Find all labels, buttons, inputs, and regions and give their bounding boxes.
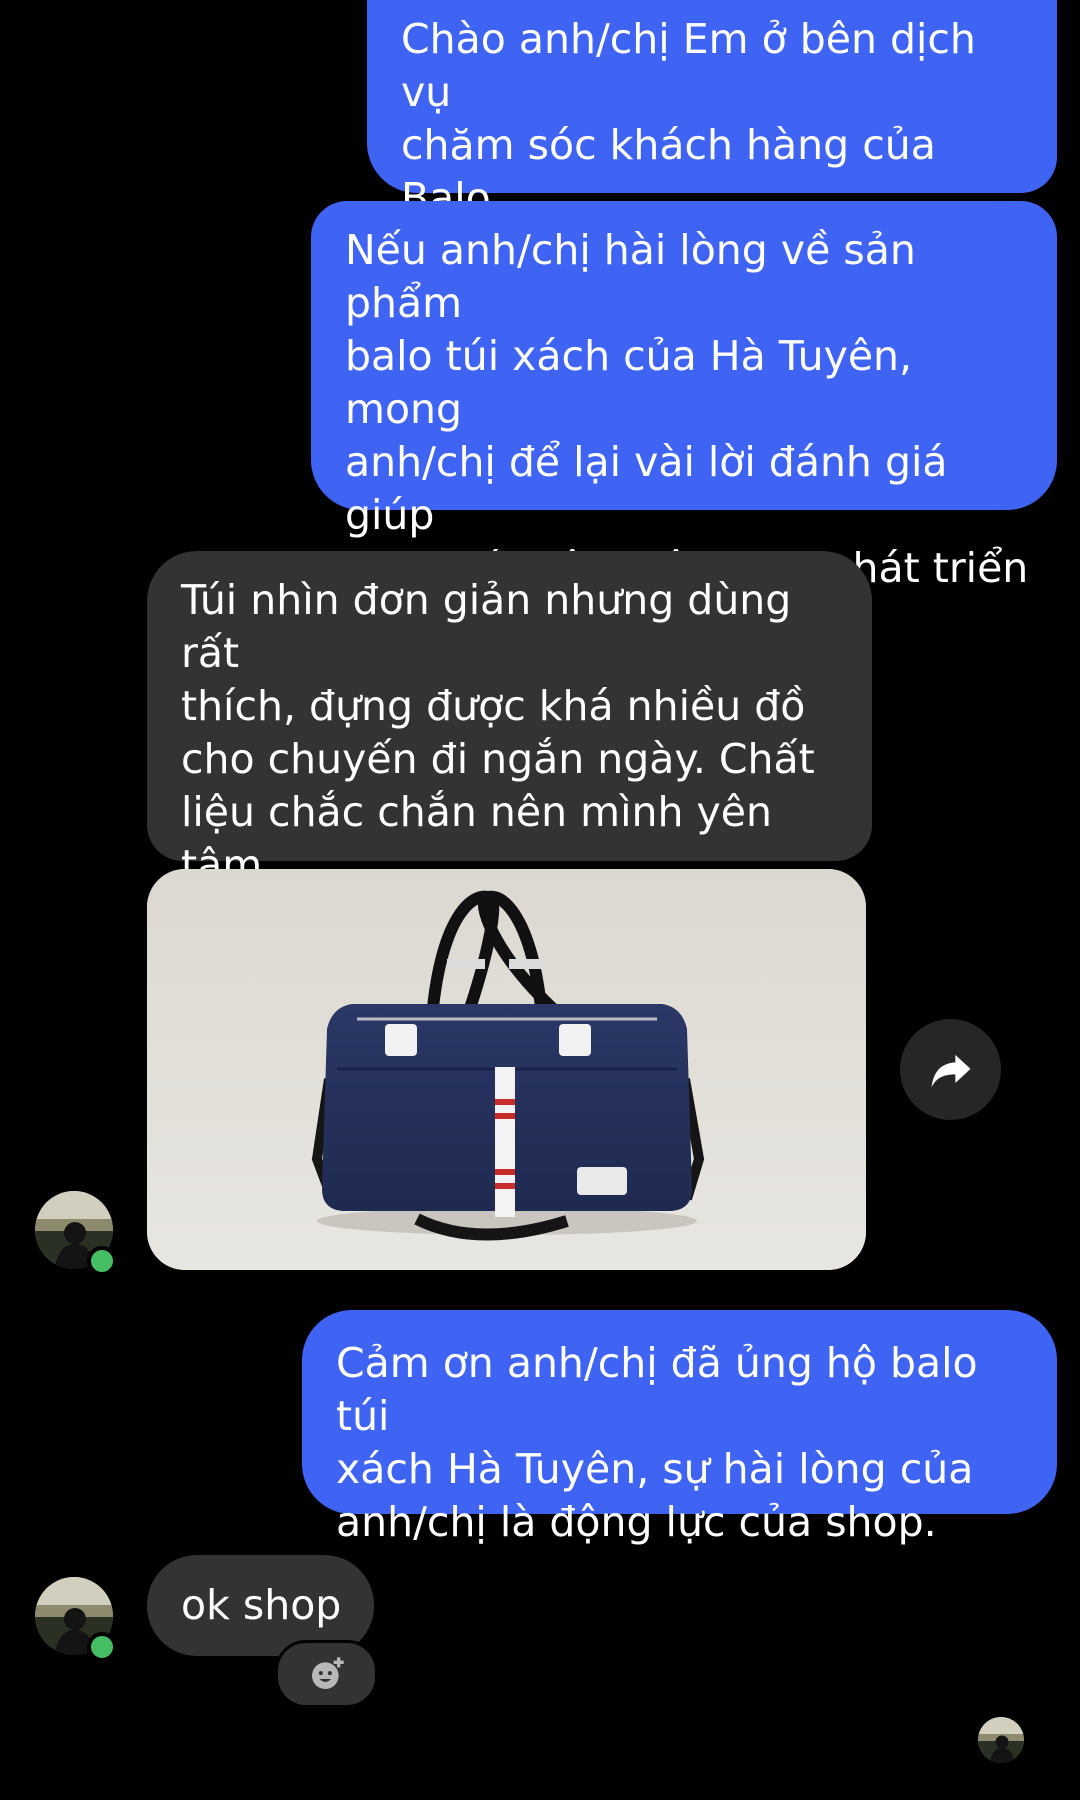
outgoing-message-bubble[interactable]: Cảm ơn anh/chị đã ủng hộ balo túi xách H… — [302, 1310, 1057, 1546]
outgoing-message-bubble[interactable]: Chào anh/chị Em ở bên dịch vụ chăm sóc k… — [367, 0, 1057, 275]
seen-receipt-avatar — [978, 1717, 1024, 1763]
add-reaction-icon — [311, 1657, 344, 1689]
navy-duffel-bag-image — [147, 869, 866, 1270]
online-status-dot — [87, 1246, 117, 1276]
outgoing-message-bubble[interactable]: Nếu anh/chị hài lòng về sản phẩm balo tú… — [311, 201, 1057, 645]
forward-share-icon — [931, 1054, 970, 1087]
forward-button[interactable] — [900, 1019, 1001, 1120]
incoming-message-bubble[interactable]: Túi nhìn đơn giản nhưng dùng rất thích, … — [147, 551, 872, 942]
product-photo-message[interactable] — [147, 869, 866, 1270]
online-status-dot — [87, 1632, 117, 1662]
add-reaction-button[interactable] — [275, 1640, 378, 1708]
avatar-image — [978, 1717, 1024, 1763]
